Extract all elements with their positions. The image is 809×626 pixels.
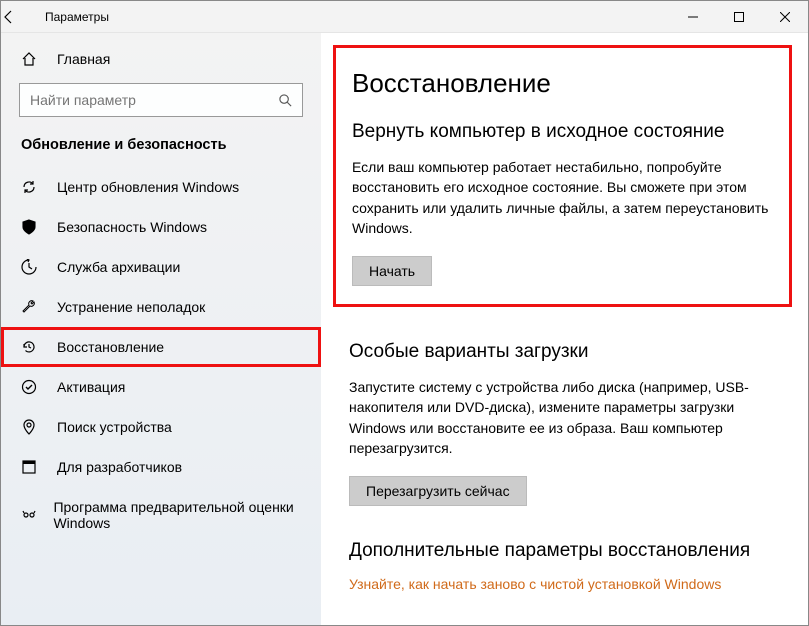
advanced-startup-section: Особые варианты загрузки Запустите систе… [349, 341, 788, 506]
sidebar-item-label: Устранение неполадок [57, 299, 205, 315]
sidebar-item-label: Для разработчиков [57, 459, 182, 475]
startup-text: Запустите систему с устройства либо диск… [349, 377, 788, 458]
sidebar-item-label: Безопасность Windows [57, 219, 207, 235]
page-title: Восстановление [352, 68, 773, 99]
sync-icon [21, 179, 41, 195]
sidebar-item-backup[interactable]: Служба архивации [1, 247, 321, 287]
sidebar-item-label: Программа предварительной оценки Windows [53, 499, 301, 531]
check-icon [21, 379, 41, 395]
sidebar-item-label: Поиск устройства [57, 419, 172, 435]
minimize-button[interactable] [670, 1, 716, 33]
history-icon [21, 339, 41, 355]
sidebar-item-activation[interactable]: Активация [1, 367, 321, 407]
content: Восстановление Вернуть компьютер в исход… [321, 33, 808, 625]
backup-icon [21, 259, 41, 275]
sidebar-item-recovery[interactable]: Восстановление [1, 327, 321, 367]
insider-icon [21, 507, 37, 523]
sidebar-item-insider[interactable]: Программа предварительной оценки Windows [1, 487, 321, 543]
fresh-start-link[interactable]: Узнайте, как начать заново с чистой уста… [349, 576, 721, 592]
sidebar-item-security[interactable]: Безопасность Windows [1, 207, 321, 247]
home-icon [21, 51, 41, 67]
startup-title: Особые варианты загрузки [349, 341, 788, 363]
home-link[interactable]: Главная [1, 43, 321, 75]
find-icon [21, 419, 41, 435]
sidebar-item-finddevice[interactable]: Поиск устройства [1, 407, 321, 447]
sidebar-item-developers[interactable]: Для разработчиков [1, 447, 321, 487]
search-input[interactable] [20, 92, 268, 108]
body: Главная Обновление и безопасность Центр … [1, 33, 808, 625]
reset-pc-section: Восстановление Вернуть компьютер в исход… [333, 45, 792, 307]
back-button[interactable] [1, 9, 41, 25]
search-wrap [1, 75, 321, 129]
sidebar-item-label: Центр обновления Windows [57, 179, 239, 195]
sidebar-item-update[interactable]: Центр обновления Windows [1, 167, 321, 207]
shield-icon [21, 219, 41, 235]
wrench-icon [21, 299, 41, 315]
sidebar-item-label: Активация [57, 379, 125, 395]
restart-now-button[interactable]: Перезагрузить сейчас [349, 476, 527, 506]
settings-window: Параметры Главная [0, 0, 809, 626]
dev-icon [21, 459, 41, 475]
sidebar-item-label: Служба архивации [57, 259, 180, 275]
more-options-section: Дополнительные параметры восстановления … [349, 540, 788, 592]
sidebar-item-troubleshoot[interactable]: Устранение неполадок [1, 287, 321, 327]
window-controls [670, 1, 808, 33]
category-header: Обновление и безопасность [1, 129, 321, 167]
more-title: Дополнительные параметры восстановления [349, 540, 788, 562]
maximize-button[interactable] [716, 1, 762, 33]
sidebar-item-label: Восстановление [57, 339, 164, 355]
search-box[interactable] [19, 83, 303, 117]
sidebar: Главная Обновление и безопасность Центр … [1, 33, 321, 625]
home-label: Главная [57, 51, 110, 67]
titlebar: Параметры [1, 1, 808, 33]
reset-start-button[interactable]: Начать [352, 256, 432, 286]
reset-text: Если ваш компьютер работает нестабильно,… [352, 157, 773, 238]
reset-title: Вернуть компьютер в исходное состояние [352, 121, 773, 143]
close-button[interactable] [762, 1, 808, 33]
window-title: Параметры [41, 10, 670, 24]
search-icon [268, 93, 302, 108]
